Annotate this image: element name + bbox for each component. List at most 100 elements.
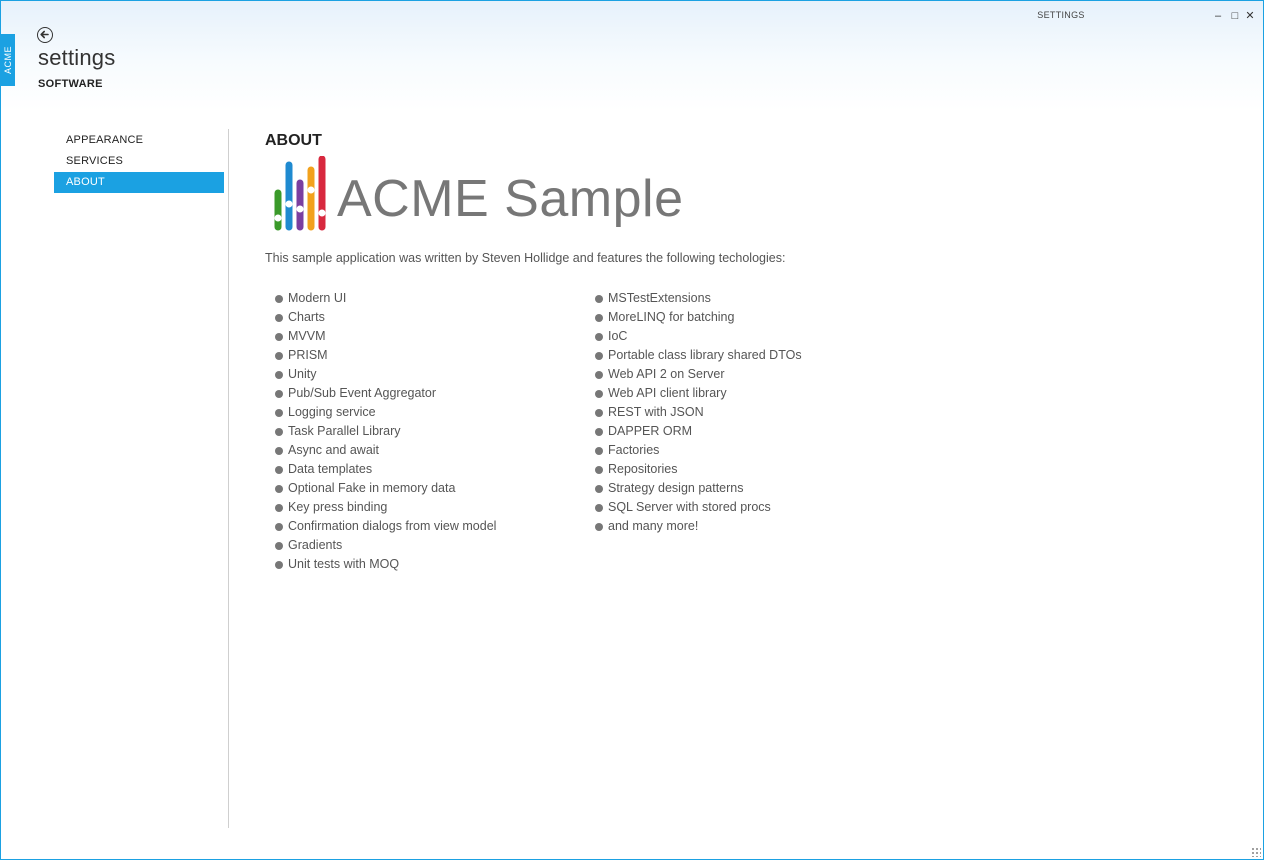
bullet-icon <box>275 408 283 417</box>
maximize-button[interactable]: □ <box>1228 8 1242 24</box>
acme-side-tab-label: ACME <box>3 45 13 75</box>
bullet-icon <box>275 351 283 360</box>
brand-name: ACME Sample <box>337 170 684 228</box>
list-item-label: IoC <box>608 329 628 343</box>
list-item-label: Repositories <box>608 462 678 476</box>
bullet-icon <box>595 294 603 303</box>
acme-logo-icon <box>274 156 326 231</box>
tech-list-left: Modern UI Charts MVVM PRISM Unity Pub/Sub Eve… <box>275 289 496 574</box>
list-item-label: Gradients <box>288 538 343 552</box>
bullet-icon <box>275 541 283 550</box>
list-item-label: Data templates <box>288 462 373 476</box>
list-item-label: SQL Server with stored procs <box>608 500 771 514</box>
list-item-label: Unity <box>288 367 317 381</box>
list-item-label: Strategy design patterns <box>608 481 744 495</box>
back-arrow-icon <box>40 30 49 39</box>
close-button[interactable]: ✕ <box>1243 8 1257 24</box>
logo-knob <box>296 205 304 213</box>
list-item: Unity <box>275 365 496 384</box>
logo-knob <box>274 214 282 222</box>
list-item-label: Web API client library <box>608 386 727 400</box>
list-item: REST with JSON <box>595 403 802 422</box>
bullet-icon <box>275 370 283 379</box>
list-item-label: and many more! <box>608 519 699 533</box>
list-item-label: DAPPER ORM <box>608 424 693 438</box>
list-item-label: Logging service <box>288 405 376 419</box>
list-item: Unit tests with MOQ <box>275 555 496 574</box>
list-item-label: Portable class library shared DTOs <box>608 348 802 362</box>
list-item: DAPPER ORM <box>595 422 802 441</box>
bullet-icon <box>595 522 603 531</box>
list-item: Gradients <box>275 536 496 555</box>
logo-knob <box>318 209 326 217</box>
list-item: SQL Server with stored procs <box>595 498 802 517</box>
settings-window: ACME SETTINGS – □ ✕ settings SOFTWARE AP… <box>0 0 1264 860</box>
bullet-icon <box>595 465 603 474</box>
list-item: Logging service <box>275 403 496 422</box>
about-intro: This sample application was written by S… <box>265 251 786 265</box>
list-item-label: MoreLINQ for batching <box>608 310 735 324</box>
bullet-icon <box>275 427 283 436</box>
list-item: Optional Fake in memory data <box>275 479 496 498</box>
list-item: Data templates <box>275 460 496 479</box>
back-button[interactable] <box>37 27 53 43</box>
nav-divider <box>228 129 229 828</box>
list-item: MSTestExtensions <box>595 289 802 308</box>
nav-item-about[interactable]: ABOUT <box>54 172 224 193</box>
list-item-label: MVVM <box>288 329 326 343</box>
bullet-icon <box>595 503 603 512</box>
list-item: Repositories <box>595 460 802 479</box>
list-item-label: Unit tests with MOQ <box>288 557 400 571</box>
window-title: SETTINGS <box>1037 10 1085 20</box>
minimize-button[interactable]: – <box>1211 8 1225 24</box>
list-item-label: Charts <box>288 310 325 324</box>
bullet-icon <box>275 294 283 303</box>
bullet-icon <box>595 446 603 455</box>
list-item: PRISM <box>275 346 496 365</box>
resize-grip[interactable] <box>1251 847 1261 857</box>
bullet-icon <box>595 389 603 398</box>
list-item-label: Key press binding <box>288 500 388 514</box>
list-item: Web API client library <box>595 384 802 403</box>
section-heading: ABOUT <box>265 132 322 149</box>
list-item-label: Confirmation dialogs from view model <box>288 519 497 533</box>
page-title: settings <box>38 45 116 70</box>
list-item: Charts <box>275 308 496 327</box>
list-item: Portable class library shared DTOs <box>595 346 802 365</box>
bullet-icon <box>275 313 283 322</box>
list-item: Async and await <box>275 441 496 460</box>
list-item: Web API 2 on Server <box>595 365 802 384</box>
bullet-icon <box>275 446 283 455</box>
bullet-icon <box>595 351 603 360</box>
bullet-icon <box>595 427 603 436</box>
bullet-icon <box>275 389 283 398</box>
list-item-label: Async and await <box>288 443 380 457</box>
bullet-icon <box>595 313 603 322</box>
nav-item-services[interactable]: SERVICES <box>54 151 224 172</box>
bullet-icon <box>275 465 283 474</box>
list-item: Key press binding <box>275 498 496 517</box>
list-item: Strategy design patterns <box>595 479 802 498</box>
list-item-label: Pub/Sub Event Aggregator <box>288 386 437 400</box>
list-item: Factories <box>595 441 802 460</box>
bullet-icon <box>595 332 603 341</box>
bullet-icon <box>595 408 603 417</box>
list-item: IoC <box>595 327 802 346</box>
bullet-icon <box>275 484 283 493</box>
list-item-label: MSTestExtensions <box>608 291 711 305</box>
list-item-label: Web API 2 on Server <box>608 367 725 381</box>
list-item: Modern UI <box>275 289 496 308</box>
page-subtitle: SOFTWARE <box>38 78 103 90</box>
tech-list-right: MSTestExtensions MoreLINQ for batching IoC… <box>595 289 802 536</box>
bullet-icon <box>275 332 283 341</box>
list-item: and many more! <box>595 517 802 536</box>
acme-side-tab[interactable]: ACME <box>1 34 15 86</box>
list-item-label: PRISM <box>288 348 328 362</box>
list-item: Task Parallel Library <box>275 422 496 441</box>
nav-item-appearance[interactable]: APPEARANCE <box>54 130 224 151</box>
list-item-label: Modern UI <box>288 291 347 305</box>
settings-nav: APPEARANCE SERVICES ABOUT <box>54 130 224 193</box>
list-item: Pub/Sub Event Aggregator <box>275 384 496 403</box>
logo-knob <box>307 186 315 194</box>
list-item: MoreLINQ for batching <box>595 308 802 327</box>
